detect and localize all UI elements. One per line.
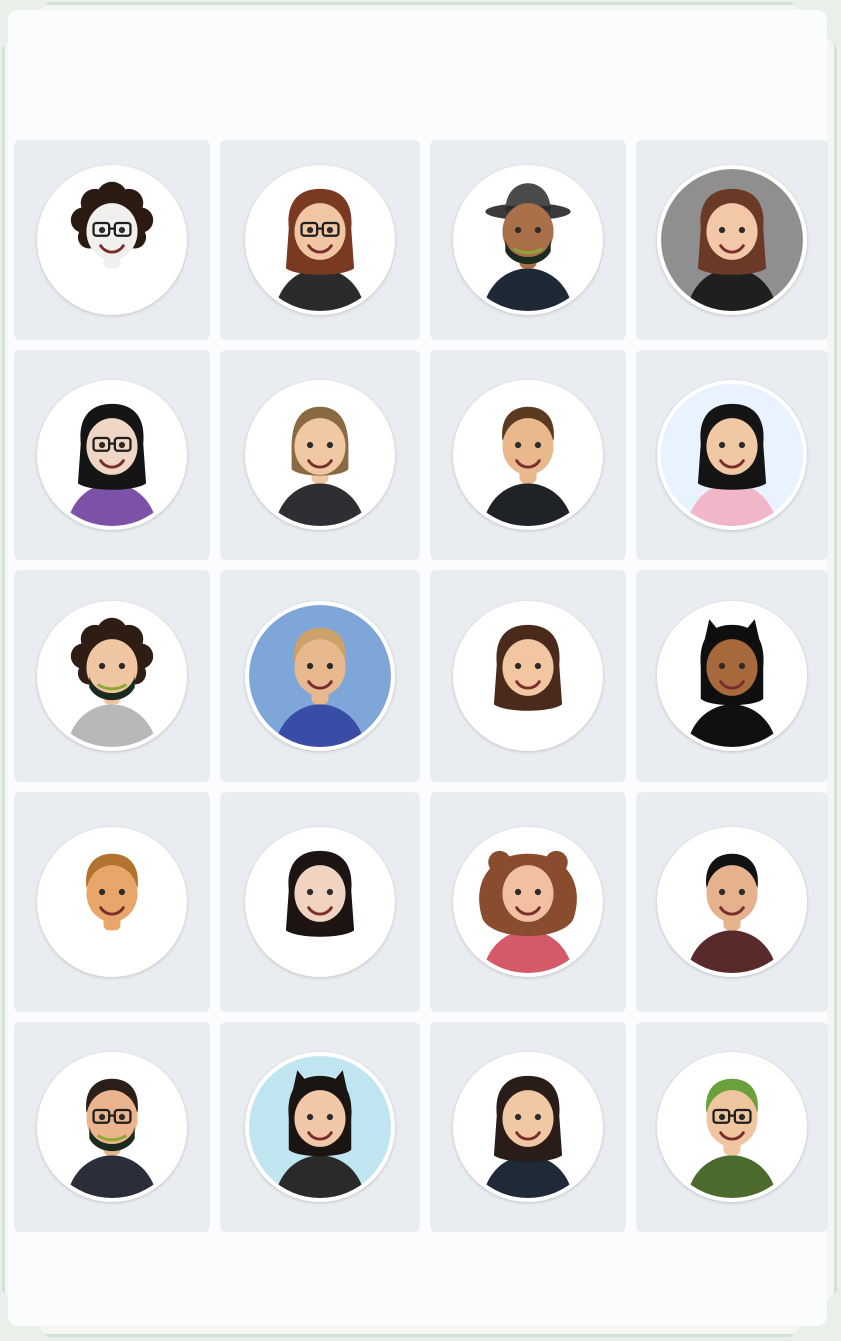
avatar-cell[interactable] — [430, 570, 626, 782]
avatar-dark-hair-boy[interactable] — [657, 827, 807, 977]
avatar-cell[interactable] — [220, 792, 420, 1012]
avatar-illustration — [661, 605, 803, 747]
avatar-winking-girl[interactable] — [245, 827, 395, 977]
avatar-illustration — [41, 169, 183, 311]
avatar-illustration — [41, 831, 183, 973]
avatar-illustration — [457, 1056, 599, 1198]
avatar-cell[interactable] — [14, 1022, 210, 1232]
avatar-illustration — [661, 384, 803, 526]
avatar-green-hair-glasses[interactable] — [657, 1052, 807, 1202]
avatar-illustration — [249, 384, 391, 526]
avatar-dark-wavy[interactable] — [453, 1052, 603, 1202]
avatar-illustration — [457, 384, 599, 526]
avatar-blonde-bob[interactable] — [245, 380, 395, 530]
avatar-illustration — [457, 605, 599, 747]
avatar-auburn-hair[interactable] — [245, 165, 395, 315]
avatar-grey-bg-long-hair[interactable] — [657, 165, 807, 315]
avatar-cell[interactable] — [636, 140, 828, 340]
avatar-illustration — [249, 169, 391, 311]
avatar-cat-ears-teal-bg[interactable] — [245, 1052, 395, 1202]
avatar-cell[interactable] — [220, 350, 420, 560]
avatar-cell[interactable] — [430, 140, 626, 340]
avatar-cell[interactable] — [14, 792, 210, 1012]
avatar-cell[interactable] — [430, 350, 626, 560]
avatar-curly-mask[interactable] — [37, 601, 187, 751]
avatar-cell[interactable] — [220, 140, 420, 340]
avatar-cell[interactable] — [636, 1022, 828, 1232]
avatar-curly-glasses[interactable] — [37, 165, 187, 315]
avatar-winter-fullbody[interactable] — [245, 601, 395, 751]
avatar-cell[interactable] — [14, 140, 210, 340]
avatar-illustration — [661, 831, 803, 973]
avatar-illustration — [41, 1056, 183, 1198]
avatar-illustration — [457, 831, 599, 973]
avatar-cell[interactable] — [636, 350, 828, 560]
avatar-hat-mask[interactable] — [453, 165, 603, 315]
avatar-glasses-beard-mask[interactable] — [37, 1052, 187, 1202]
avatar-cat-ears[interactable] — [657, 601, 807, 751]
avatar-illustration — [249, 1056, 391, 1198]
avatar-illustration — [661, 1056, 803, 1198]
avatar-snow-angel[interactable] — [657, 380, 807, 530]
avatar-cell[interactable] — [220, 1022, 420, 1232]
avatar-illustration — [249, 605, 391, 747]
avatar-cell[interactable] — [636, 570, 828, 782]
avatar-illustration — [41, 384, 183, 526]
avatar-cell[interactable] — [430, 792, 626, 1012]
avatar-grid — [14, 140, 832, 1232]
avatar-ginger-man[interactable] — [37, 827, 187, 977]
avatar-cell[interactable] — [14, 350, 210, 560]
avatar-brunette[interactable] — [453, 601, 603, 751]
avatar-cell[interactable] — [14, 570, 210, 782]
avatar-cell[interactable] — [636, 792, 828, 1012]
avatar-cell[interactable] — [430, 1022, 626, 1232]
avatar-illustration — [457, 169, 599, 311]
avatar-illustration — [661, 169, 803, 311]
avatar-black-hair-purple[interactable] — [37, 380, 187, 530]
avatar-boy-brown-hair[interactable] — [453, 380, 603, 530]
avatar-cell[interactable] — [220, 570, 420, 782]
avatar-illustration — [41, 605, 183, 747]
avatar-bear-hood[interactable] — [453, 827, 603, 977]
avatar-illustration — [249, 831, 391, 973]
